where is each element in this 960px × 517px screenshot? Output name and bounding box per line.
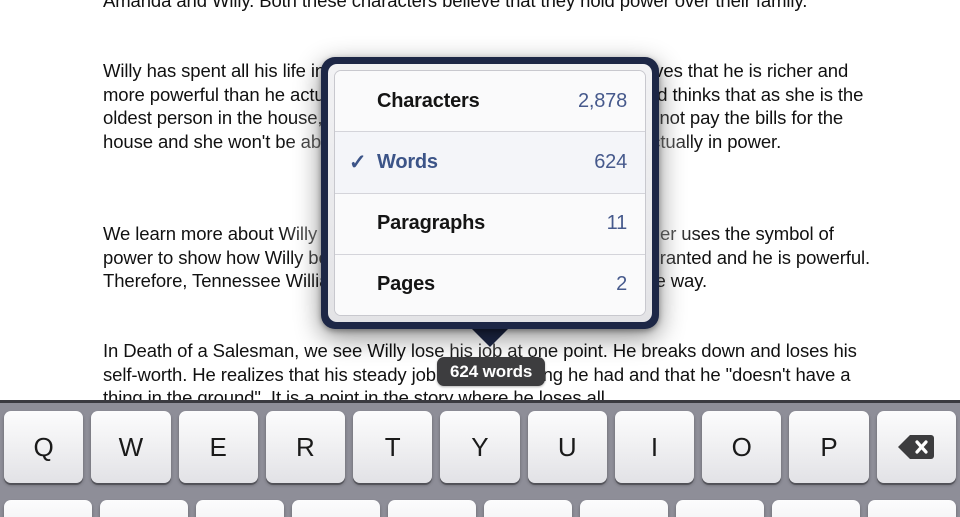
key-o[interactable]: O	[702, 411, 782, 483]
key-q[interactable]: Q	[4, 411, 84, 483]
checkmark-icon: ✓	[349, 150, 367, 174]
word-count-badge-label: 624 words	[450, 361, 533, 381]
key-row1-6[interactable]	[580, 500, 668, 517]
key-row1-4[interactable]	[388, 500, 476, 517]
key-w[interactable]: W	[91, 411, 171, 483]
key-label: E	[209, 431, 227, 462]
key-u[interactable]: U	[527, 411, 607, 483]
key-p[interactable]: P	[789, 411, 869, 483]
key-row1-1[interactable]	[100, 500, 188, 517]
stat-row-characters[interactable]: Characters 2,878	[335, 71, 645, 133]
key-row1-0[interactable]	[4, 500, 92, 517]
key-label: P	[820, 431, 838, 462]
keyboard-row-second	[0, 500, 960, 517]
key-label: I	[650, 431, 659, 462]
stat-label: Characters	[377, 89, 480, 112]
stat-row-paragraphs[interactable]: Paragraphs 11	[335, 193, 645, 255]
stat-label: Paragraphs	[377, 212, 486, 235]
popover-inner-frame: Characters 2,878 ✓ Words 624 Paragraphs …	[328, 64, 652, 322]
stat-row-words[interactable]: ✓ Words 624	[335, 132, 645, 194]
word-count-popover: Characters 2,878 ✓ Words 624 Paragraphs …	[321, 57, 659, 329]
document-paragraph: Amanda and Willy. Both these characters …	[103, 0, 808, 11]
key-row1-2[interactable]	[196, 500, 284, 517]
key-e[interactable]: E	[178, 411, 258, 483]
key-label: Q	[33, 431, 54, 462]
key-label: U	[557, 431, 577, 462]
key-r[interactable]: R	[265, 411, 346, 483]
stat-value: 2,878	[577, 89, 627, 112]
onscreen-keyboard[interactable]: QWERTYUIOP	[0, 400, 960, 517]
stat-label: Words	[377, 150, 438, 173]
key-i[interactable]: I	[614, 411, 695, 483]
stat-value: 11	[606, 212, 628, 235]
key-label: T	[384, 431, 401, 462]
keyboard-row-top: QWERTYUIOP	[0, 411, 960, 483]
key-label: O	[731, 431, 752, 462]
key-label: R	[296, 431, 315, 462]
stat-label: Pages	[377, 273, 435, 296]
key-label: Y	[471, 431, 489, 462]
stat-value: 624	[594, 150, 627, 173]
stat-row-pages[interactable]: Pages 2	[335, 254, 645, 315]
key-row1-9[interactable]	[868, 500, 956, 517]
statistics-list: Characters 2,878 ✓ Words 624 Paragraphs …	[334, 70, 646, 316]
key-backspace[interactable]	[876, 411, 956, 483]
key-label: W	[118, 431, 144, 462]
stat-value: 2	[616, 273, 627, 296]
key-row1-8[interactable]	[772, 500, 860, 517]
key-row1-3[interactable]	[292, 500, 380, 517]
key-t[interactable]: T	[353, 411, 433, 483]
key-row1-7[interactable]	[676, 500, 764, 517]
key-row1-5[interactable]	[484, 500, 572, 517]
word-count-badge[interactable]: 624 words	[437, 357, 546, 386]
key-y[interactable]: Y	[440, 411, 520, 483]
backspace-icon	[898, 435, 935, 459]
